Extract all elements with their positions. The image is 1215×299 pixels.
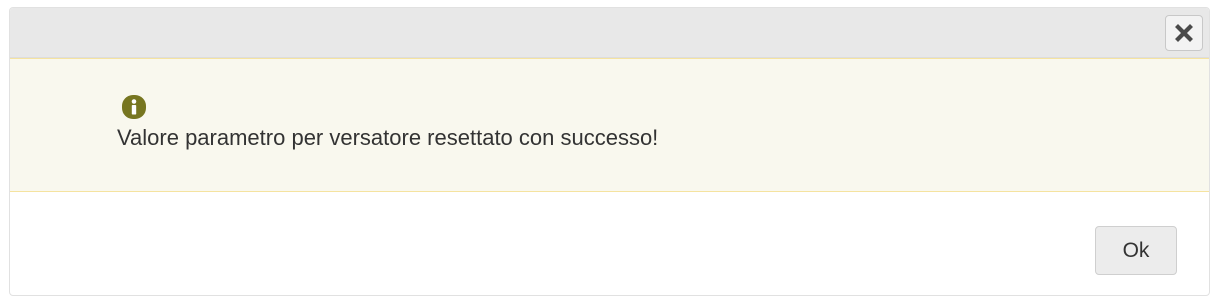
info-icon — [122, 95, 146, 119]
message-area: Valore parametro per versatore resettato… — [10, 58, 1209, 192]
close-icon — [1175, 24, 1193, 42]
message-dialog: Valore parametro per versatore resettato… — [9, 7, 1210, 296]
ok-button[interactable]: Ok — [1095, 226, 1177, 275]
close-button[interactable] — [1165, 15, 1203, 51]
message-text: Valore parametro per versatore resettato… — [117, 125, 659, 150]
dialog-titlebar — [10, 8, 1209, 58]
